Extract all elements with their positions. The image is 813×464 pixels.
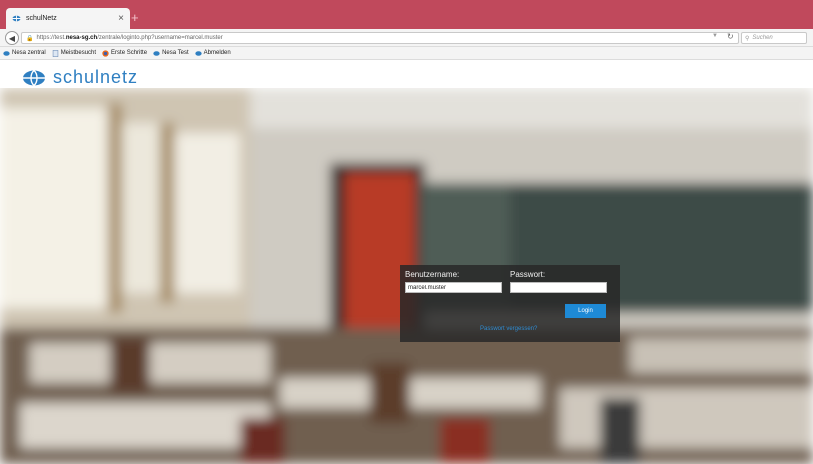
bookmark-meistbesucht[interactable]: Meistbesucht: [52, 49, 97, 57]
page-header: schulnetz: [0, 60, 813, 88]
search-icon: ⚲: [745, 35, 750, 42]
url-domain: nesa-sg.ch: [65, 35, 98, 41]
nesa-icon: [153, 50, 160, 56]
bookmark-nesa-test[interactable]: Nesa Test: [153, 50, 189, 57]
bookmark-label: Nesa Test: [162, 50, 189, 56]
globe-logo-icon: [23, 69, 45, 86]
bookmarks-bar: Nesa zentral Meistbesucht Erste Schritte…: [0, 47, 813, 60]
back-button[interactable]: ◀: [5, 31, 19, 45]
bookmark-label: Abmelden: [203, 50, 231, 56]
url-prefix: https://test.: [36, 35, 66, 41]
document-icon: [52, 49, 58, 57]
nesa-icon: [3, 50, 10, 56]
login-button[interactable]: Login: [565, 304, 606, 318]
url-dropdown-icon[interactable]: ▼: [712, 33, 718, 39]
bookmark-erste-schritte[interactable]: Erste Schritte: [102, 49, 148, 57]
forgot-password-link[interactable]: Passwort vergessen?: [480, 326, 537, 332]
bookmark-nesa-zentral[interactable]: Nesa zentral: [3, 50, 46, 57]
browser-navbar: ◀ 🔒 https://test. nesa-sg.ch/zentrale/log…: [0, 29, 813, 47]
url-path: /zentrale/loginto.php?username=marcel.mu…: [97, 35, 223, 41]
tab-close-icon[interactable]: ×: [118, 13, 124, 24]
bookmark-label: Meistbesucht: [60, 50, 97, 56]
address-bar[interactable]: 🔒 https://test. nesa-sg.ch/zentrale/login…: [21, 32, 739, 44]
browser-tabstrip: schulNetz × +: [0, 0, 813, 29]
search-box[interactable]: ⚲ Suchen: [741, 32, 807, 44]
logo-text: schulnetz: [53, 67, 139, 87]
password-input[interactable]: [510, 282, 607, 293]
reload-icon[interactable]: ↻: [727, 32, 734, 41]
login-form: Benutzername: Passwort: Login Passwort v…: [400, 265, 620, 342]
browser-tab[interactable]: schulNetz ×: [6, 8, 130, 29]
schulnetz-logo[interactable]: schulnetz: [22, 67, 138, 88]
search-placeholder: Suchen: [752, 35, 773, 41]
back-arrow-icon: ◀: [8, 33, 16, 43]
bookmark-label: Nesa zentral: [12, 50, 46, 56]
nesa-icon: [194, 50, 202, 56]
password-label: Passwort:: [510, 270, 546, 279]
tab-title: schulNetz: [26, 15, 57, 22]
username-input[interactable]: [405, 282, 502, 293]
firefox-icon: [102, 49, 109, 57]
username-label: Benutzername:: [405, 270, 460, 279]
lock-icon: 🔒: [26, 35, 34, 42]
nesa-favicon-icon: [12, 15, 21, 22]
new-tab-button[interactable]: +: [131, 10, 139, 25]
bookmark-abmelden[interactable]: Abmelden: [194, 50, 231, 57]
bookmark-label: Erste Schritte: [111, 50, 148, 56]
